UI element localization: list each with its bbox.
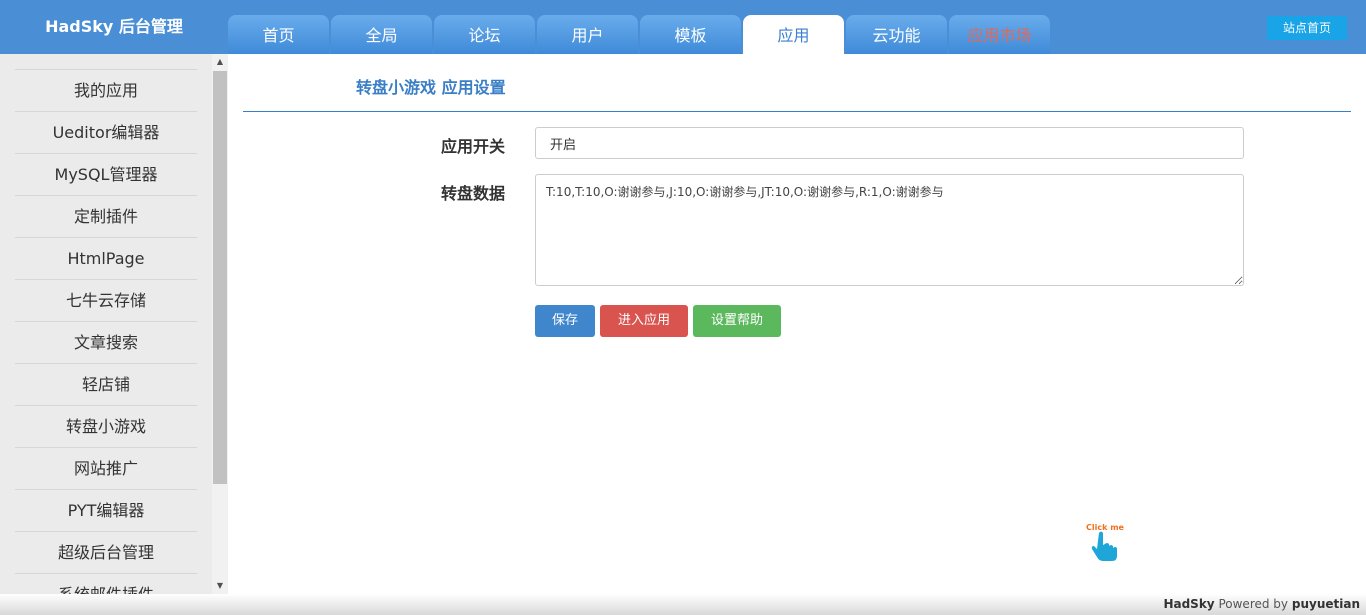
app-switch-label: 应用开关 [440,137,505,156]
sidebar-item-article-search[interactable]: 文章搜索 [15,322,197,364]
footer-author: puyuetian [1291,597,1360,611]
footer-brand: HadSky [1163,597,1215,611]
settings-help-button[interactable]: 设置帮助 [693,305,781,337]
wheel-data-textarea[interactable]: T:10,T:10,O:谢谢参与,J:10,O:谢谢参与,JT:10,O:谢谢参… [535,174,1244,286]
sidebar-item-custom-plugins[interactable]: 定制插件 [15,196,197,238]
main-nav-tabs: 首页 全局 论坛 用户 模板 应用 云功能 应用市场 [228,15,1052,54]
sidebar-scrollbar[interactable]: ▲ ▼ [212,54,228,594]
tab-cloud[interactable]: 云功能 [846,15,947,54]
footer: HadSky Powered by puyuetian [0,594,1366,615]
sidebar-item-promotion[interactable]: 网站推广 [15,448,197,490]
sidebar-item-my-apps[interactable]: 我的应用 [15,70,197,112]
sidebar-item-mail-plugin[interactable]: 系统邮件插件 [15,574,197,594]
sidebar-item-mysql[interactable]: MySQL管理器 [15,154,197,196]
click-me-widget[interactable]: Click me [1083,523,1129,563]
pointing-hand-icon [1091,531,1117,561]
sidebar-item-super-admin[interactable]: 超级后台管理 [15,532,197,574]
sidebar: 我的应用 Ueditor编辑器 MySQL管理器 定制插件 HtmlPage 七… [0,54,228,594]
wheel-data-label: 转盘数据 [440,184,505,203]
brand-title: HadSky 后台管理 [45,17,183,36]
sidebar-item-wheel-game[interactable]: 转盘小游戏 [15,406,197,448]
footer-credits: HadSky Powered by puyuetian [1163,597,1360,611]
scroll-up-arrow-icon[interactable]: ▲ [212,54,228,70]
sidebar-item-pyt-editor[interactable]: PYT编辑器 [15,490,197,532]
tab-home[interactable]: 首页 [228,15,329,54]
app-switch-input[interactable] [535,127,1244,159]
sidebar-item-light-shop[interactable]: 轻店铺 [15,364,197,406]
save-button[interactable]: 保存 [535,305,595,337]
page-title: 转盘小游戏 应用设置 [356,78,506,97]
tab-templates[interactable]: 模板 [640,15,741,54]
footer-powered: Powered by [1218,597,1289,611]
sidebar-list: 我的应用 Ueditor编辑器 MySQL管理器 定制插件 HtmlPage 七… [15,69,197,594]
scrollbar-thumb[interactable] [213,71,227,484]
sidebar-item-ueditor[interactable]: Ueditor编辑器 [15,112,197,154]
tab-apps[interactable]: 应用 [743,15,844,54]
tab-global[interactable]: 全局 [331,15,432,54]
top-header: HadSky 后台管理 首页 全局 论坛 用户 模板 应用 云功能 应用市场 站… [0,0,1366,54]
tab-users[interactable]: 用户 [537,15,638,54]
site-home-button[interactable]: 站点首页 [1267,16,1347,40]
tab-app-market[interactable]: 应用市场 [949,15,1050,54]
scroll-down-arrow-icon[interactable]: ▼ [212,578,228,594]
enter-app-button[interactable]: 进入应用 [600,305,688,337]
sidebar-item-htmlpage[interactable]: HtmlPage [15,238,197,280]
sidebar-item-qiniu[interactable]: 七牛云存储 [15,280,197,322]
tab-forum[interactable]: 论坛 [434,15,535,54]
title-divider [243,111,1351,112]
